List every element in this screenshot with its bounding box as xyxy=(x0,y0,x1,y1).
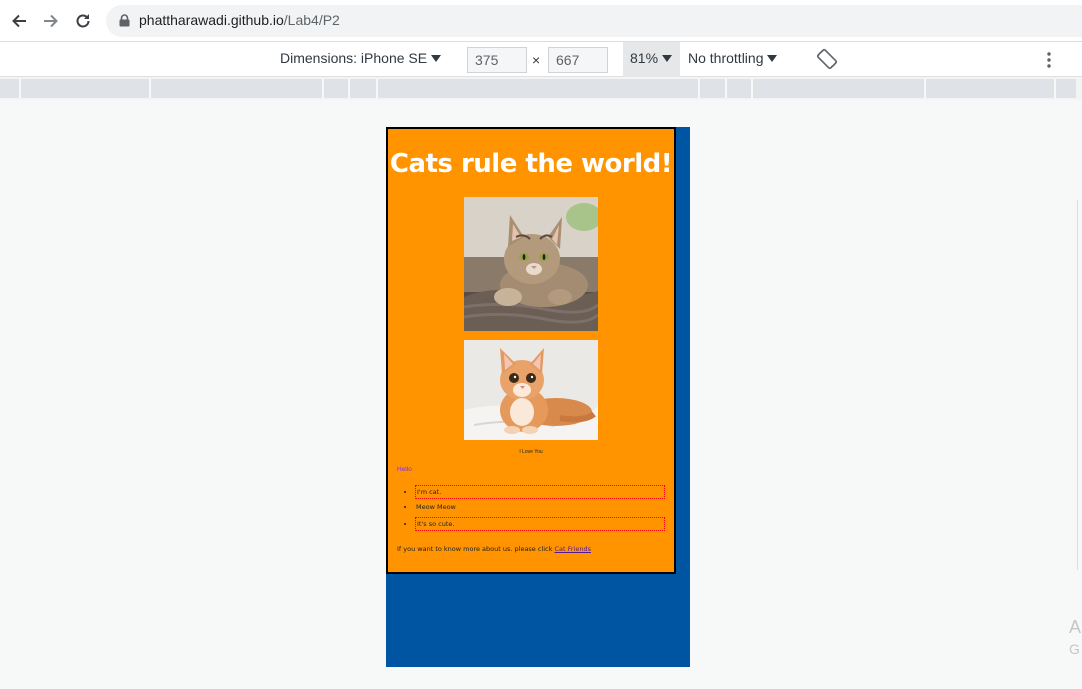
ruler-divider xyxy=(698,79,700,98)
footer-paragraph: If you want to know more about us. pleas… xyxy=(397,545,591,553)
back-arrow-icon xyxy=(12,14,26,28)
address-bar[interactable]: phattharawadi.github.io/Lab4/P2 xyxy=(106,5,1082,37)
side-letter: A xyxy=(1069,617,1082,637)
ruler-divider xyxy=(725,79,727,98)
height-input[interactable]: 667 xyxy=(548,47,608,73)
media-query-track[interactable] xyxy=(0,79,1076,98)
ruler-divider xyxy=(924,79,926,98)
device-dimensions-label: Dimensions: iPhone SE xyxy=(280,50,428,66)
list-item: Meow Meow xyxy=(415,501,665,515)
orange-cat-photo xyxy=(464,340,598,440)
ruler-divider xyxy=(322,79,324,98)
browser-toolbar: phattharawadi.github.io/Lab4/P2 xyxy=(0,0,1082,42)
footer-text: If you want to know more about us. pleas… xyxy=(397,545,553,553)
kebab-menu-icon xyxy=(1047,52,1051,68)
more-options-button[interactable] xyxy=(1044,51,1054,72)
url-text: phattharawadi.github.io/Lab4/P2 xyxy=(139,12,340,28)
ruler-divider xyxy=(376,79,378,98)
width-input[interactable]: 375 xyxy=(467,47,527,73)
zoom-label-wrap: 81% xyxy=(630,50,673,66)
reload-icon xyxy=(76,14,90,28)
zoom-label: 81% xyxy=(630,50,659,66)
rotate-button[interactable] xyxy=(815,47,839,74)
ruler-divider xyxy=(1054,79,1056,98)
throttling-label: No throttling xyxy=(688,50,764,66)
chevron-down-icon xyxy=(431,55,442,62)
hello-text: Hello xyxy=(397,466,412,473)
throttling-select[interactable]: No throttling xyxy=(688,50,778,66)
image-caption: I Love You xyxy=(519,449,543,455)
list-item: It's so cute. xyxy=(415,517,665,531)
tabby-cat-photo xyxy=(464,197,598,331)
forward-arrow-icon xyxy=(44,14,58,28)
cat-friends-link[interactable]: Cat Friends xyxy=(554,545,591,553)
device-dimensions-select[interactable]: Dimensions: iPhone SE xyxy=(280,50,442,66)
page-title: Cats rule the world! xyxy=(389,149,673,179)
devtools-side-panel-edge xyxy=(1077,200,1082,570)
rotate-icon xyxy=(816,48,838,70)
device-viewport: Cats rule the world! I Love You Hello • … xyxy=(386,127,690,667)
list-item: I'm cat. xyxy=(415,485,665,499)
chevron-down-icon xyxy=(662,55,673,62)
page-content-box: Cats rule the world! I Love You Hello • … xyxy=(386,127,676,574)
device-toolbar: Dimensions: iPhone SE 375 × 667 81% No t… xyxy=(0,42,1082,77)
chevron-down-icon xyxy=(767,55,778,62)
reload-button[interactable] xyxy=(71,9,95,33)
side-letter: G xyxy=(1069,641,1080,657)
url-path: /Lab4/P2 xyxy=(283,12,340,28)
back-button[interactable] xyxy=(7,9,31,33)
ruler-divider xyxy=(348,79,350,98)
ruler-divider xyxy=(19,79,21,98)
cat-facts-list: I'm cat. Meow Meow It's so cute. xyxy=(415,485,665,533)
media-query-bar xyxy=(0,77,1082,100)
zoom-select[interactable]: 81% xyxy=(623,42,680,77)
ruler-divider xyxy=(149,79,151,98)
tabby-cat-image xyxy=(464,197,598,331)
lock-icon xyxy=(119,14,130,27)
ruler-divider xyxy=(751,79,753,98)
times-sign: × xyxy=(532,52,541,68)
url-host: phattharawadi.github.io xyxy=(139,12,284,28)
orange-cat-image xyxy=(464,340,598,440)
forward-button[interactable] xyxy=(39,9,63,33)
